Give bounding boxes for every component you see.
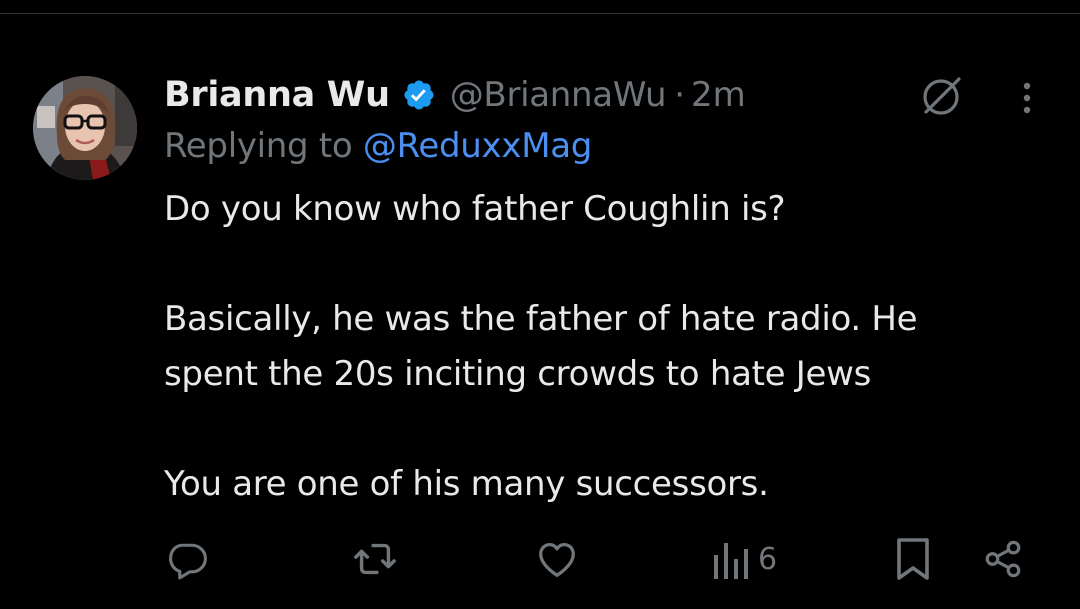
tweet-header: Brianna Wu @BriannaWu · 2m [164, 66, 746, 124]
more-icon[interactable] [1012, 80, 1042, 116]
tweet-paragraph-3: You are one of his many successors. [164, 464, 769, 504]
tweet-paragraph-2-line-1: Basically, he was the father of hate rad… [164, 299, 918, 339]
tweet[interactable]: Brianna Wu @BriannaWu · 2m Replying to @… [0, 14, 1080, 609]
reply-button[interactable] [166, 534, 210, 584]
verified-badge-icon[interactable] [402, 78, 436, 112]
grok-icon[interactable] [918, 74, 964, 120]
reply-icon [169, 543, 207, 580]
views-button[interactable]: 6 [712, 534, 777, 584]
reply-prefix: Replying to [164, 126, 353, 166]
bookmark-button[interactable] [892, 534, 934, 584]
timestamp[interactable]: 2m [691, 75, 746, 115]
replying-to-line: Replying to @ReduxxMag [164, 126, 592, 166]
tweet-paragraph-2-line-2: spent the 20s inciting crowds to hate Je… [164, 354, 872, 394]
views-icon [714, 543, 748, 579]
like-button[interactable] [534, 534, 580, 584]
tweet-text: Do you know who father Coughlin is? Basi… [164, 182, 1044, 512]
separator-dot: · [674, 75, 686, 115]
share-icon [985, 540, 1021, 578]
display-name[interactable]: Brianna Wu [164, 75, 390, 115]
retweet-icon [354, 543, 396, 575]
avatar[interactable] [33, 76, 137, 180]
retweet-button[interactable] [352, 534, 398, 584]
heart-icon [539, 542, 575, 577]
tweet-paragraph-1: Do you know who father Coughlin is? [164, 189, 786, 229]
share-button[interactable] [982, 534, 1024, 584]
reply-to-handle-link[interactable]: @ReduxxMag [363, 126, 592, 166]
bookmark-icon [897, 538, 929, 580]
author-handle[interactable]: @BriannaWu [450, 75, 667, 115]
view-count: 6 [758, 541, 778, 577]
action-bar: 6 [0, 534, 1080, 584]
